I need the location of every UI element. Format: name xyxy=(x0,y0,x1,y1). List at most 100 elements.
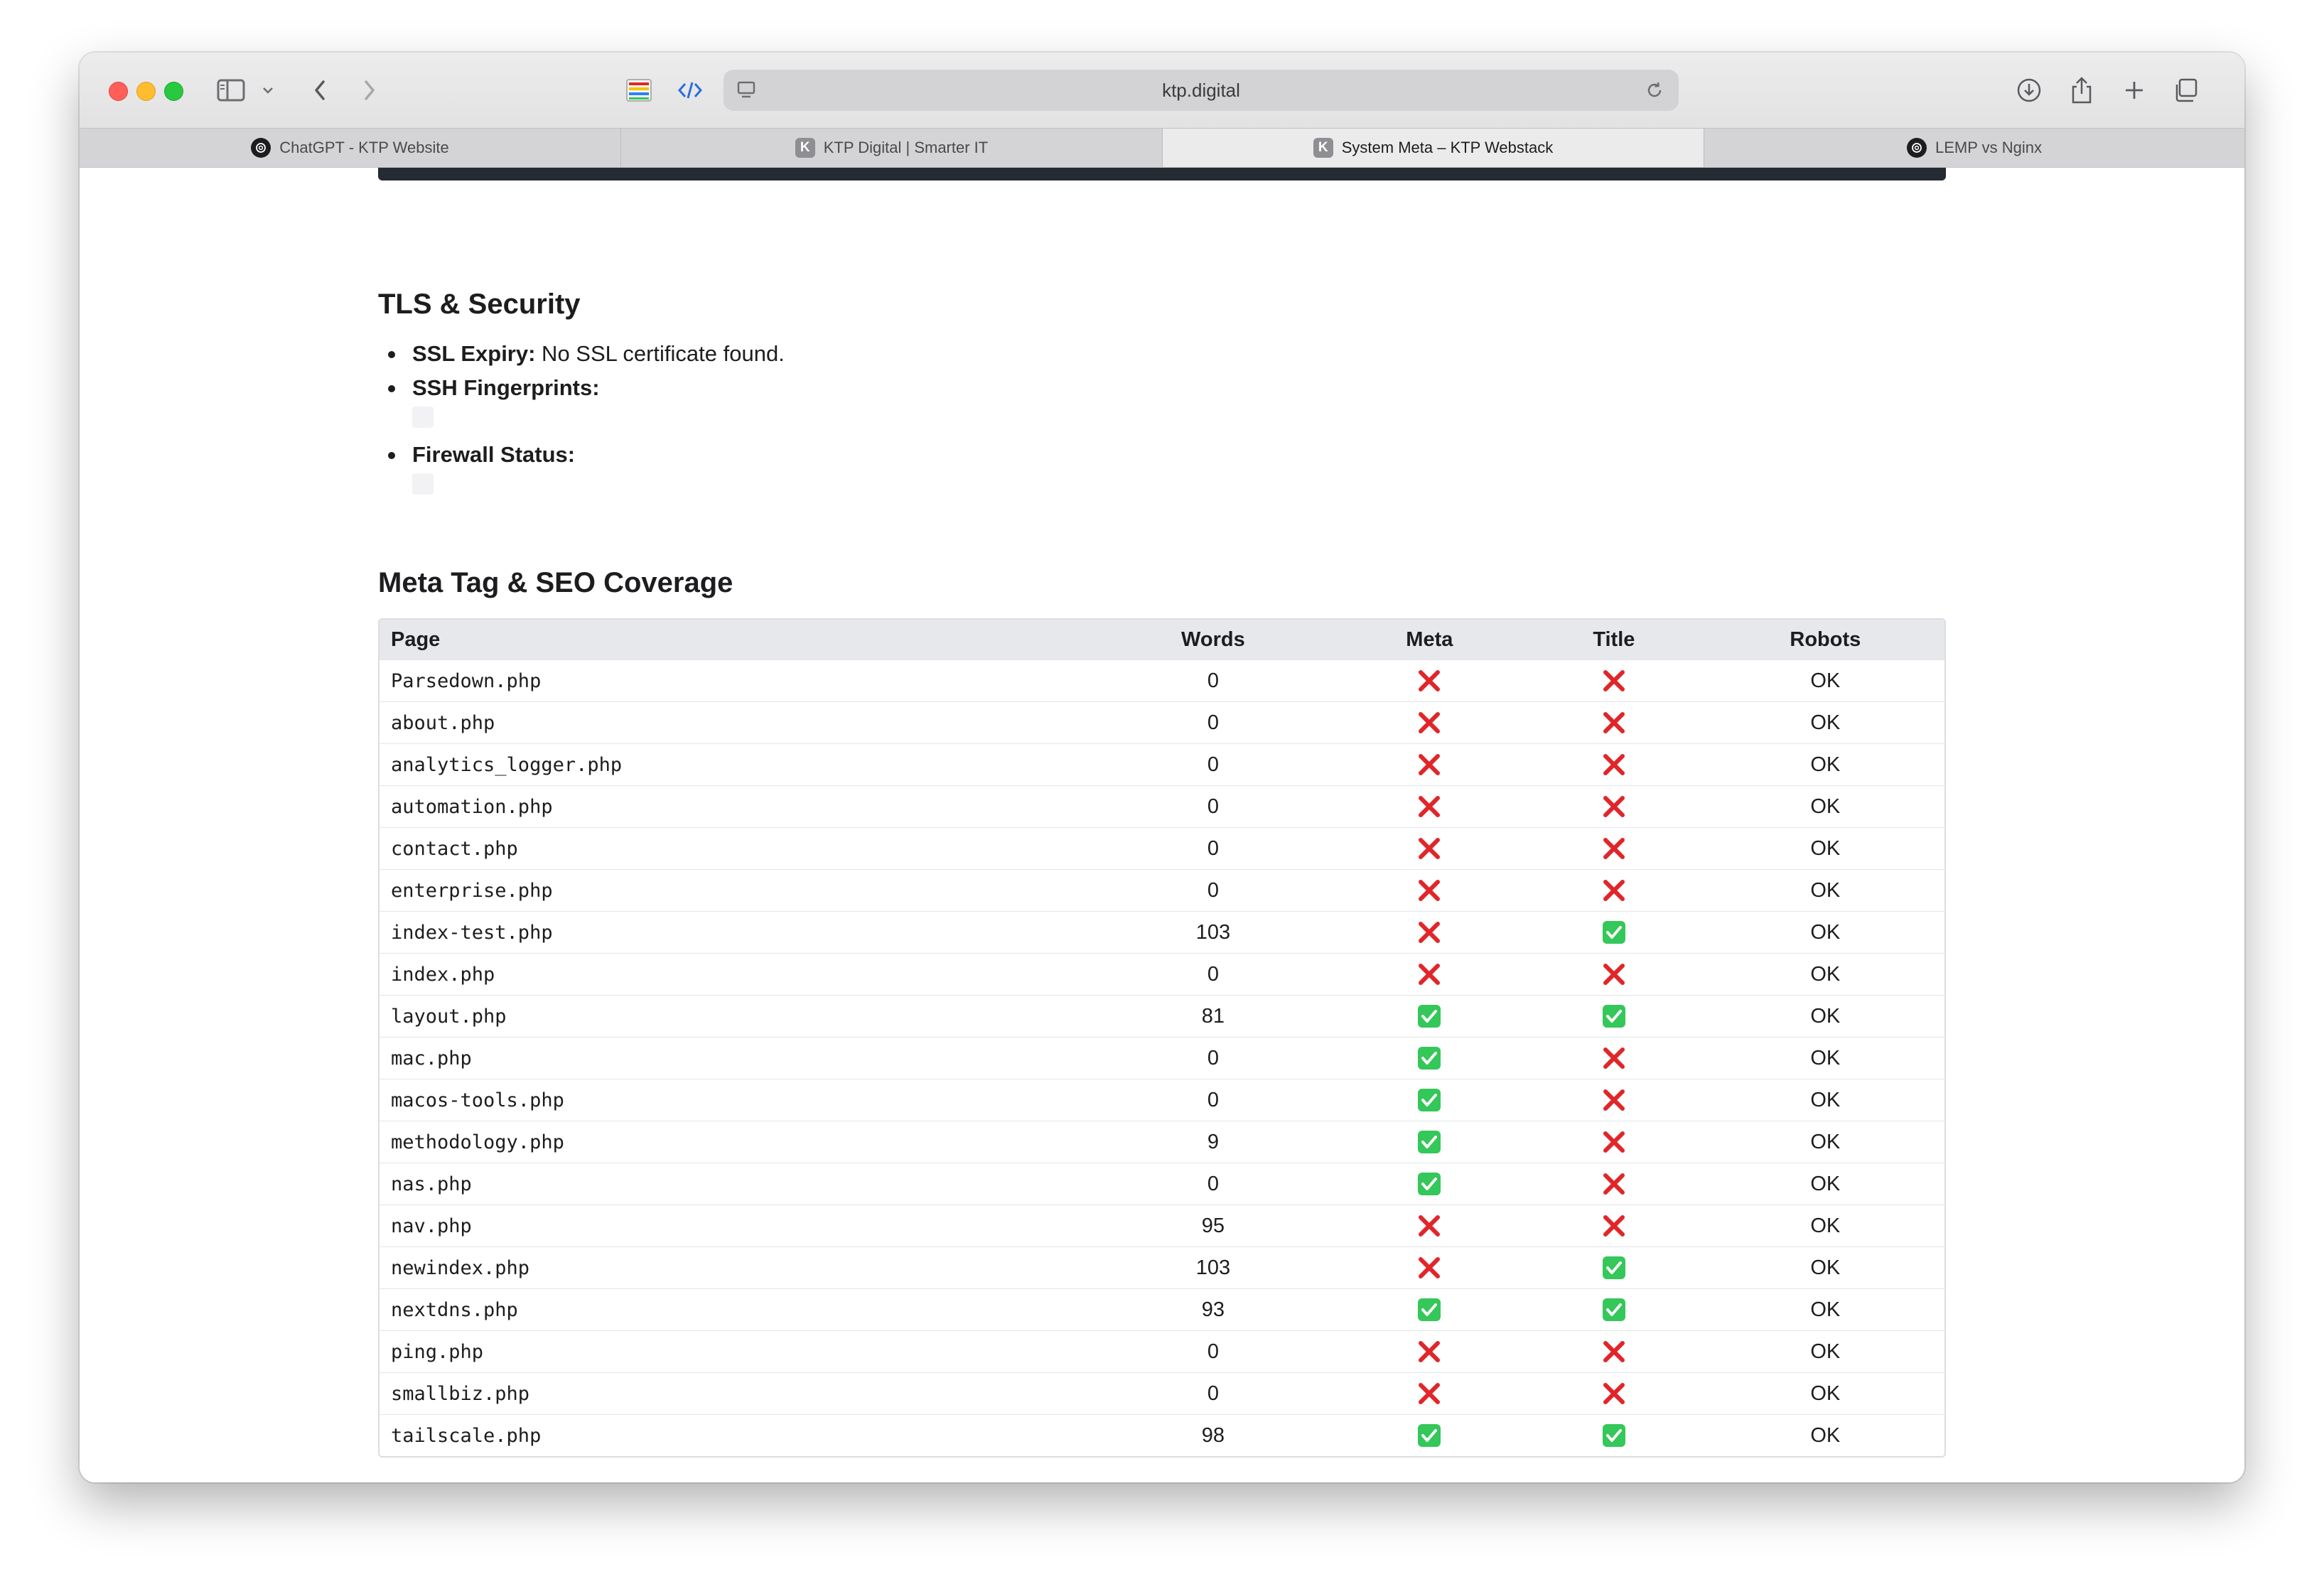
meta-cross-icon xyxy=(1338,878,1522,903)
column-header-words: Words xyxy=(1181,627,1245,651)
words-cell: 93 xyxy=(1201,1298,1225,1321)
page-cell: automation.php xyxy=(391,795,553,818)
address-bar[interactable]: ktp.digital xyxy=(723,70,1679,111)
meta-cross-icon xyxy=(1338,668,1522,694)
words-cell: 103 xyxy=(1195,920,1231,944)
column-header-robots: Robots xyxy=(1790,627,1861,651)
page-cell: methodology.php xyxy=(391,1131,564,1153)
words-cell: 0 xyxy=(1207,962,1219,986)
title-cross-icon xyxy=(1522,962,1706,987)
ssh-fingerprints-label: SSH Fingerprints: xyxy=(412,375,600,400)
table-row: contact.php 0 OK xyxy=(380,827,1944,869)
table-row: automation.php 0 OK xyxy=(380,785,1944,827)
title-cross-icon xyxy=(1522,1213,1706,1239)
title-check-icon xyxy=(1522,1297,1706,1323)
robots-cell: OK xyxy=(1810,753,1841,776)
title-cross-icon xyxy=(1522,1381,1706,1406)
sidebar-toggle-icon[interactable] xyxy=(215,74,247,107)
meta-cross-icon xyxy=(1338,710,1522,736)
robots-cell: OK xyxy=(1810,794,1841,818)
table-row: nextdns.php 93 OK xyxy=(380,1288,1944,1330)
words-cell: 0 xyxy=(1207,711,1219,734)
tab-ktp-digital[interactable]: K KTP Digital | Smarter IT xyxy=(621,129,1163,167)
ssh-fingerprints-empty-block xyxy=(412,406,434,428)
words-cell: 0 xyxy=(1207,1088,1219,1111)
words-cell: 81 xyxy=(1201,1004,1225,1028)
downloads-icon[interactable] xyxy=(2013,74,2045,107)
forward-icon[interactable] xyxy=(355,74,384,107)
tab-label: System Meta – KTP Webstack xyxy=(1341,139,1554,156)
words-cell: 0 xyxy=(1207,669,1219,692)
words-cell: 0 xyxy=(1207,1172,1219,1195)
words-cell: 0 xyxy=(1207,753,1219,776)
tab-system-meta[interactable]: K System Meta – KTP Webstack xyxy=(1163,129,1704,167)
robots-cell: OK xyxy=(1810,1088,1841,1111)
meta-check-icon xyxy=(1338,1087,1522,1113)
meta-cross-icon xyxy=(1338,1339,1522,1364)
close-window-button[interactable] xyxy=(109,82,128,101)
meta-cross-icon xyxy=(1338,752,1522,777)
tab-chatgpt[interactable]: ChatGPT - KTP Website xyxy=(80,129,621,167)
robots-cell: OK xyxy=(1810,1381,1841,1405)
robots-cell: OK xyxy=(1810,962,1841,986)
robots-cell: OK xyxy=(1810,669,1841,692)
title-check-icon xyxy=(1522,1423,1706,1448)
table-row: Parsedown.php 0 OK xyxy=(380,659,1944,701)
title-check-icon xyxy=(1522,1003,1706,1029)
page-cell: newindex.php xyxy=(391,1256,530,1279)
title-cross-icon xyxy=(1522,836,1706,861)
page-content: TLS & Security SSL Expiry: No SSL certif… xyxy=(80,168,2244,1482)
words-cell: 0 xyxy=(1207,1046,1219,1070)
page-cell: nextdns.php xyxy=(391,1298,518,1321)
minimize-window-button[interactable] xyxy=(136,82,156,101)
title-cross-icon xyxy=(1522,1045,1706,1071)
robots-cell: OK xyxy=(1810,1004,1841,1028)
page-cell: tailscale.php xyxy=(391,1424,542,1447)
page-cell: index.php xyxy=(391,963,495,986)
browser-window: ktp.digital ChatGPT - KTP Website K KTP … xyxy=(80,53,2244,1482)
table-row: macos-tools.php 0 OK xyxy=(380,1079,1944,1121)
table-row: methodology.php 9 OK xyxy=(380,1121,1944,1163)
new-tab-icon[interactable] xyxy=(2118,74,2151,107)
ssl-expiry-label: SSL Expiry: xyxy=(412,341,536,366)
robots-cell: OK xyxy=(1810,1423,1841,1447)
page-cell: smallbiz.php xyxy=(391,1382,530,1405)
firewall-status-item: Firewall Status: xyxy=(378,438,1515,472)
reload-icon[interactable] xyxy=(1640,74,1669,107)
words-cell: 0 xyxy=(1207,878,1219,902)
tab-label: LEMP vs Nginx xyxy=(1935,139,2042,156)
page-cell: index-test.php xyxy=(391,921,553,944)
zoom-window-button[interactable] xyxy=(164,82,183,101)
share-icon[interactable] xyxy=(2065,74,2098,107)
chevron-down-icon[interactable] xyxy=(259,74,277,107)
meta-cross-icon xyxy=(1338,836,1522,861)
words-cell: 0 xyxy=(1207,1381,1219,1405)
table-row: nav.php 95 OK xyxy=(380,1205,1944,1246)
tab-label: KTP Digital | Smarter IT xyxy=(823,139,989,156)
ssh-fingerprints-item: SSH Fingerprints: xyxy=(378,371,1515,405)
tab-lemp-vs-nginx[interactable]: LEMP vs Nginx xyxy=(1704,129,2244,167)
title-cross-icon xyxy=(1522,1171,1706,1197)
meta-check-icon xyxy=(1338,1297,1522,1323)
developer-code-icon[interactable] xyxy=(674,74,706,107)
back-icon[interactable] xyxy=(306,74,334,107)
robots-cell: OK xyxy=(1810,1256,1841,1279)
robots-cell: OK xyxy=(1810,711,1841,734)
robots-cell: OK xyxy=(1810,1130,1841,1153)
chatgpt-icon xyxy=(251,138,271,158)
extension-notes-icon[interactable] xyxy=(623,74,655,107)
title-check-icon xyxy=(1522,920,1706,945)
table-row: index.php 0 OK xyxy=(380,953,1944,995)
title-cross-icon xyxy=(1522,1339,1706,1364)
table-row: mac.php 0 OK xyxy=(380,1037,1944,1079)
page-cell: layout.php xyxy=(391,1005,507,1028)
robots-cell: OK xyxy=(1810,878,1841,902)
table-body: Parsedown.php 0 OK about.php 0 OK analytics_lo… xyxy=(380,659,1944,1456)
table-row: index-test.php 103 OK xyxy=(380,911,1944,953)
dark-section-bar xyxy=(378,168,1946,181)
meta-cross-icon xyxy=(1338,1255,1522,1281)
page-cell: contact.php xyxy=(391,837,518,860)
robots-cell: OK xyxy=(1810,1298,1841,1321)
url-text[interactable]: ktp.digital xyxy=(723,70,1679,111)
tab-overview-icon[interactable] xyxy=(2169,74,2202,107)
